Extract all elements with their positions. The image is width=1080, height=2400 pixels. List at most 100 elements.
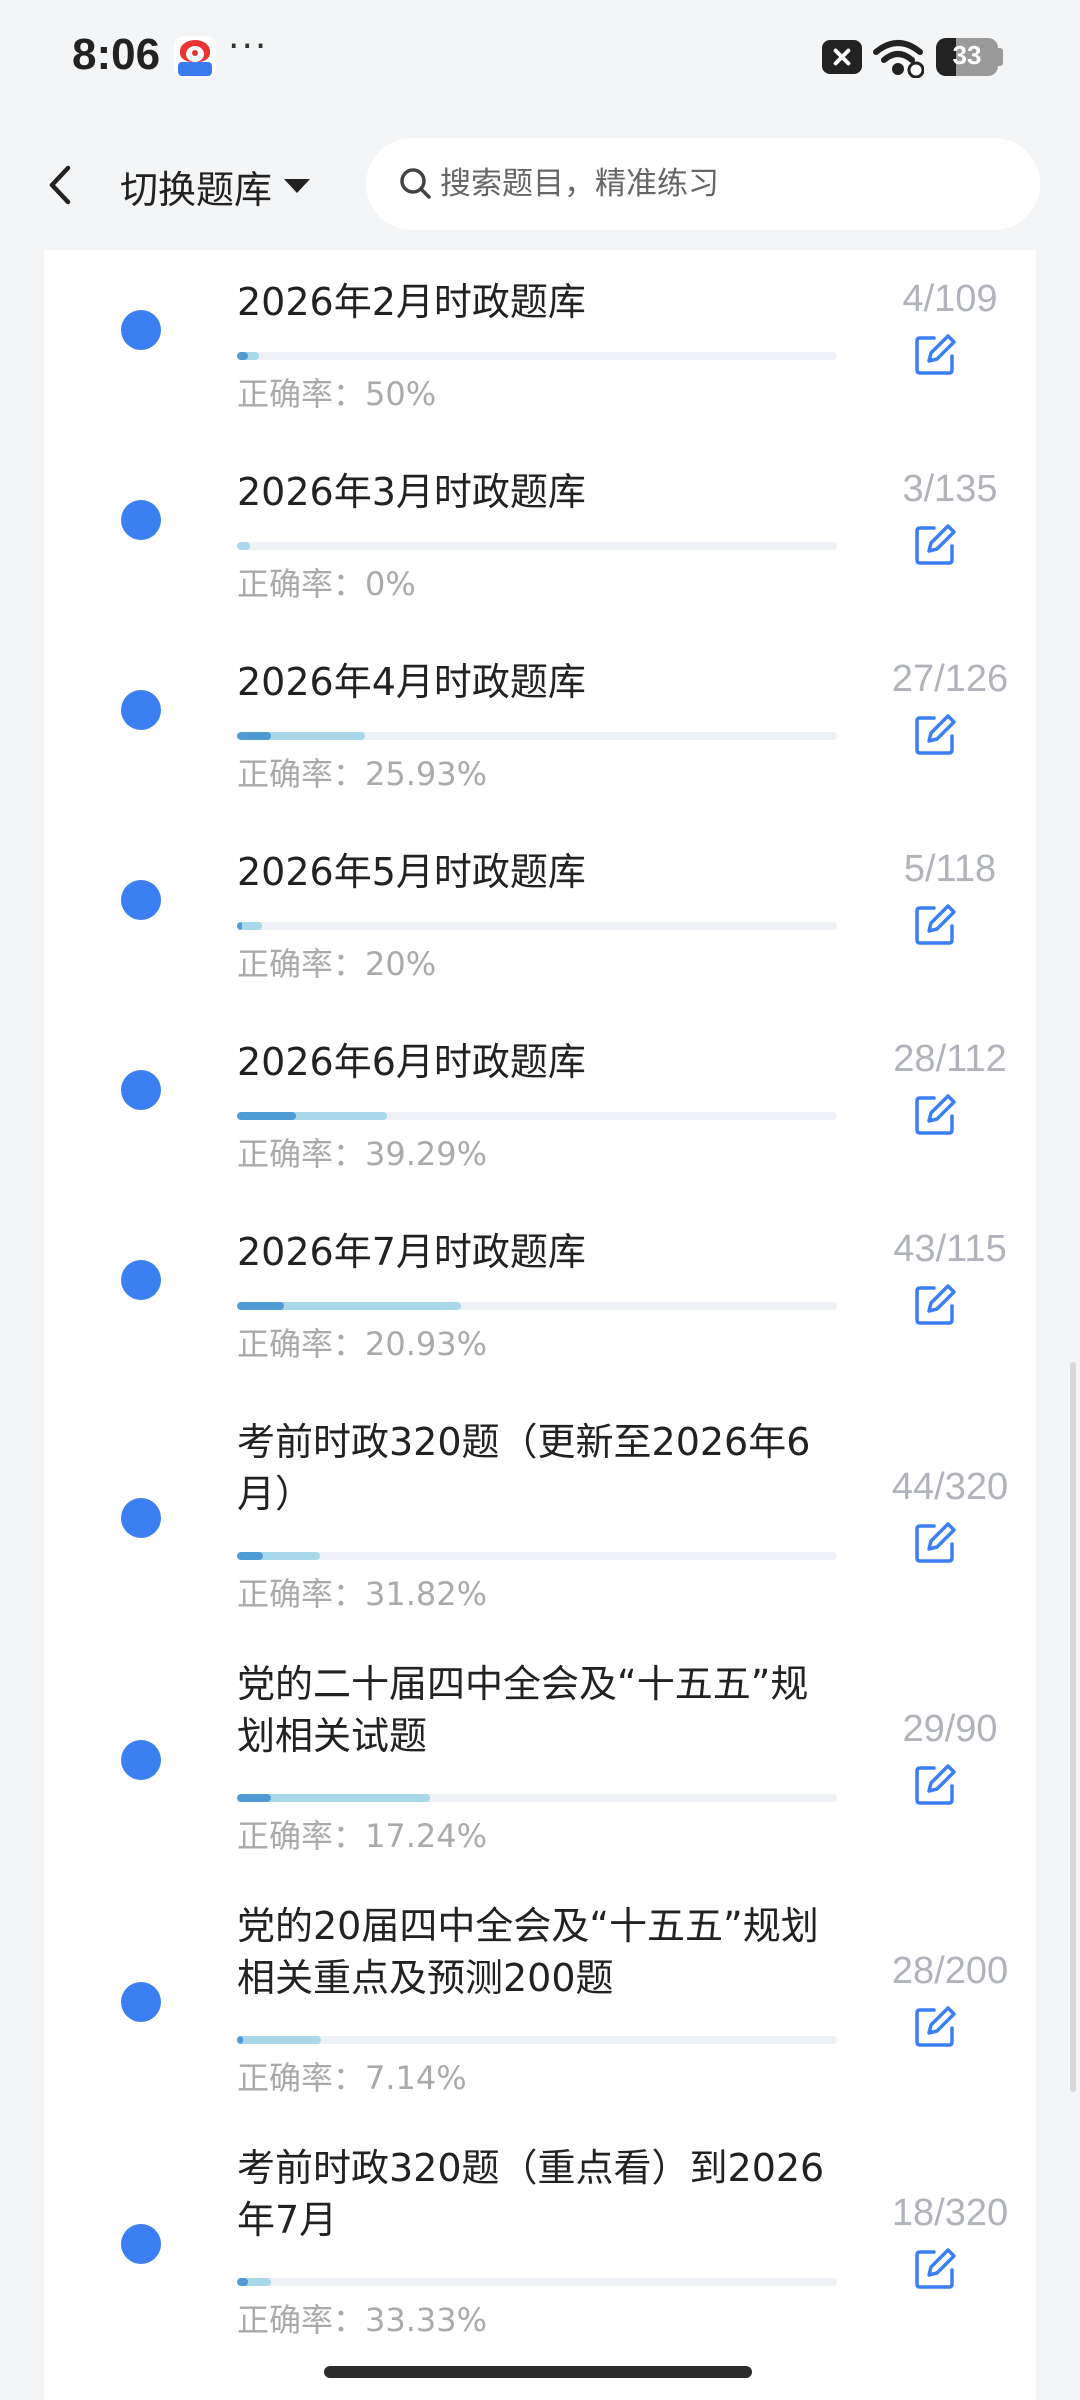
edit-practice-icon[interactable]: [912, 902, 958, 948]
question-bank-item[interactable]: 2026年4月时政题库 正确率：25.93% 27/126: [44, 630, 1036, 820]
switch-question-bank-button[interactable]: 切换题库: [120, 156, 311, 216]
edit-practice-icon[interactable]: [912, 712, 958, 758]
correct-rate-value: 33.33%: [365, 2301, 488, 2339]
correct-rate-label: 正确率：: [237, 2059, 366, 2097]
question-bank-item[interactable]: 党的20届四中全会及“十五五”规划相关重点及预测200题正确率：7.14% 28/…: [44, 1874, 1036, 2116]
question-bank-item[interactable]: 2026年3月时政题库正确率：0% 3/135: [44, 440, 1036, 630]
correct-rate-label: 正确率：: [237, 1817, 366, 1855]
correct-rate-label: 正确率：: [237, 1575, 366, 1613]
correct-rate-label: 正确率：: [237, 2301, 366, 2339]
correct-rate-label: 正确率：: [237, 1135, 366, 1173]
question-bank-item[interactable]: 考前时政320题（更新至2026年6月） 正确率：31.82% 44/320: [44, 1390, 1036, 1632]
bank-status-dot: [121, 1740, 161, 1780]
search-icon: [400, 168, 431, 199]
bank-status-dot: [121, 1070, 161, 1110]
bank-title: 考前时政320题（更新至2026年6月）: [237, 1420, 811, 1516]
answered-count: 4/109: [902, 278, 998, 320]
bank-title: 2026年7月时政题库: [237, 1230, 586, 1274]
bank-status-dot: [121, 1982, 161, 2022]
correct-rate: 正确率：31.82%: [237, 1574, 487, 1614]
wifi-icon: [873, 40, 924, 78]
bank-title: 2026年3月时政题库: [237, 470, 586, 514]
battery-level: 33: [952, 40, 982, 70]
status-time: 8:06: [72, 30, 161, 79]
bank-title: 党的20届四中全会及“十五五”规划相关重点及预测200题: [237, 1904, 819, 2000]
correct-rate: 正确率：25.93%: [237, 754, 487, 794]
edit-practice-icon[interactable]: [912, 1520, 958, 1566]
correct-rate-value: 50%: [365, 375, 437, 413]
more-notifications-icon: ···: [228, 26, 269, 67]
progress-bar: [237, 2278, 837, 2286]
bank-status-dot: [121, 880, 161, 920]
caret-down-icon: [284, 179, 311, 193]
correct-rate: 正确率：20.93%: [237, 1324, 487, 1364]
question-bank-item[interactable]: 2026年5月时政题库 正确率：20% 5/118: [44, 820, 1036, 1010]
bank-status-dot: [121, 1498, 161, 1538]
correct-rate-label: 正确率：: [237, 945, 366, 983]
question-bank-item[interactable]: 2026年2月时政题库正确率：50% 4/109: [44, 250, 1036, 440]
battery-tip: [998, 48, 1003, 66]
bank-status-dot: [121, 690, 161, 730]
progress-bar: [237, 1302, 837, 1310]
no-sim-icon: [822, 40, 862, 74]
correct-rate: 正确率：50%: [237, 374, 436, 414]
progress-correct: [237, 352, 248, 360]
answered-count: 18/320: [891, 2192, 1009, 2234]
question-bank-item[interactable]: 2026年6月时政题库正确率：39.29% 28/112: [44, 1010, 1036, 1200]
progress-correct: [237, 732, 271, 740]
progress-correct: [237, 1302, 284, 1310]
progress-correct: [237, 1552, 264, 1560]
edit-practice-icon[interactable]: [912, 1762, 958, 1808]
edit-practice-icon[interactable]: [912, 2246, 958, 2292]
correct-rate-value: 7.14%: [365, 2059, 467, 2097]
bank-status-dot: [121, 310, 161, 350]
progress-bar: [237, 1552, 837, 1560]
correct-rate: 正确率：7.14%: [237, 2058, 467, 2098]
progress-bar: [237, 2036, 837, 2044]
correct-rate-value: 25.93%: [365, 755, 488, 793]
bank-title: 考前时政320题（重点看）到2026年7月: [237, 2146, 825, 2242]
correct-rate-label: 正确率：: [237, 755, 366, 793]
progress-bar: [237, 1112, 837, 1120]
progress-correct: [237, 1112, 296, 1120]
switch-question-bank-label: 切换题库: [120, 167, 273, 212]
answered-count: 3/135: [902, 468, 998, 510]
edit-practice-icon[interactable]: [912, 1282, 958, 1328]
app-notification-icon: [174, 36, 216, 78]
bank-title: 2026年6月时政题库: [237, 1040, 586, 1084]
top-bar: 切换题库 搜索题目，精准练习: [0, 120, 1080, 250]
answered-count: 43/115: [893, 1228, 1007, 1270]
answered-count: 44/320: [891, 1466, 1009, 1508]
edit-practice-icon[interactable]: [912, 1092, 958, 1138]
correct-rate-value: 20.93%: [365, 1325, 488, 1363]
search-placeholder: 搜索题目，精准练习: [440, 166, 719, 202]
battery-icon: 33: [936, 38, 998, 76]
search-input[interactable]: 搜索题目，精准练习: [366, 138, 1040, 230]
question-bank-item[interactable]: 考前时政320题（重点看）到2026年7月正确率：33.33% 18/320: [44, 2116, 1036, 2358]
bank-title: 党的二十届四中全会及“十五五”规划相关试题: [237, 1662, 809, 1758]
home-indicator[interactable]: [324, 2366, 752, 2378]
back-arrow-icon[interactable]: [36, 160, 86, 210]
correct-rate-label: 正确率：: [237, 375, 366, 413]
correct-rate: 正确率：20%: [237, 944, 436, 984]
correct-rate-value: 20%: [365, 945, 437, 983]
progress-bar: [237, 732, 837, 740]
progress-correct: [237, 922, 242, 930]
edit-practice-icon[interactable]: [912, 2004, 958, 2050]
progress-bar: [237, 542, 837, 550]
question-bank-item[interactable]: 党的二十届四中全会及“十五五”规划相关试题 正确率：17.24% 29/90: [44, 1632, 1036, 1874]
scrollbar[interactable]: [1070, 1362, 1076, 2092]
edit-practice-icon[interactable]: [912, 522, 958, 568]
bank-title: 2026年2月时政题库: [237, 280, 586, 324]
answered-count: 28/112: [893, 1038, 1007, 1080]
correct-rate: 正确率：0%: [237, 564, 416, 604]
question-bank-item[interactable]: 2026年7月时政题库正确率：20.93% 43/115: [44, 1200, 1036, 1390]
correct-rate-label: 正确率：: [237, 1325, 366, 1363]
status-bar: 8:06 ··· 33: [0, 0, 1080, 120]
answered-count: 28/200: [891, 1950, 1009, 1992]
answered-count: 27/126: [891, 658, 1009, 700]
correct-rate-value: 31.82%: [365, 1575, 488, 1613]
edit-practice-icon[interactable]: [912, 332, 958, 378]
correct-rate-value: 39.29%: [365, 1135, 488, 1173]
correct-rate: 正确率：39.29%: [237, 1134, 487, 1174]
